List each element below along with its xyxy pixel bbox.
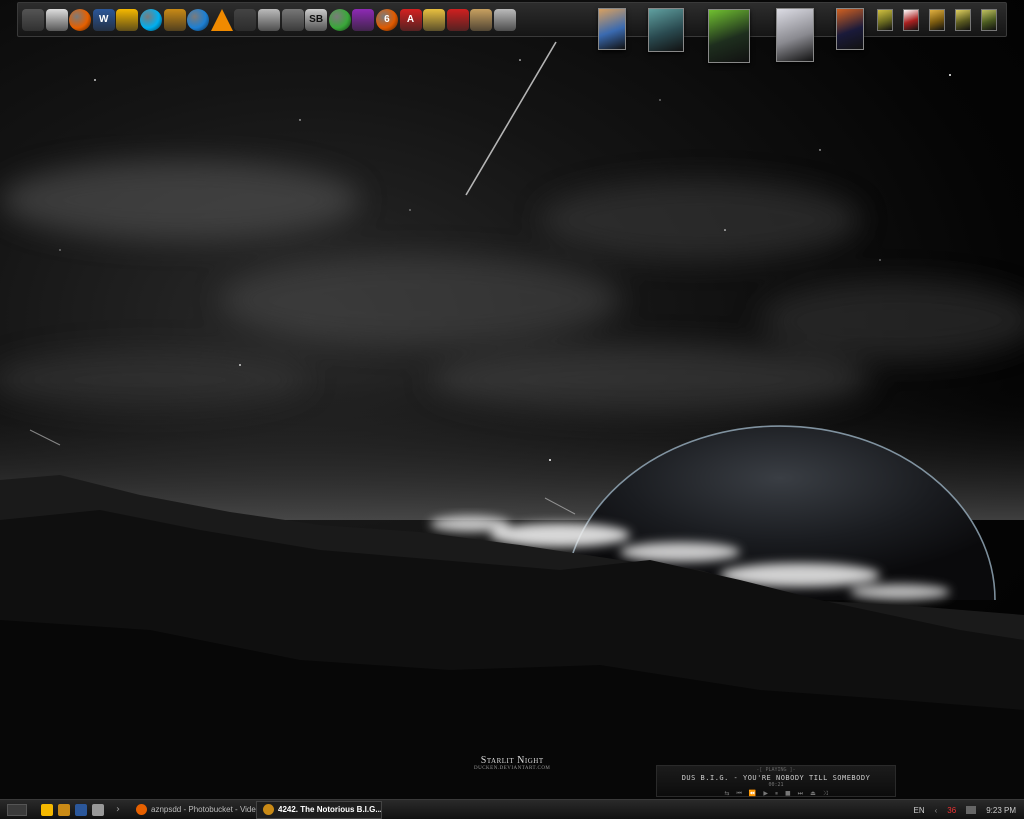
word-quick-icon[interactable] bbox=[75, 803, 87, 816]
player-time: 00:21 bbox=[768, 782, 784, 788]
trash-icon[interactable] bbox=[493, 8, 516, 31]
previous-icon[interactable]: ⏮ bbox=[736, 790, 741, 798]
wallpaper-watermark: Starlit Night DUCKEN.DEVIANTART.COM bbox=[474, 755, 550, 771]
quick-launch-chevron-icon[interactable]: › bbox=[116, 804, 120, 815]
taskbar-task-label: 4242. The Notorious B.I.G.... bbox=[278, 805, 382, 814]
rewind-icon[interactable]: ⏪ bbox=[749, 790, 756, 798]
word-icon[interactable]: W bbox=[92, 8, 115, 31]
utorrent-icon[interactable] bbox=[328, 8, 351, 31]
taskbar-task-firefox[interactable]: aznpsdd - Photobucket - Vide... bbox=[130, 801, 256, 819]
magnet-icon[interactable] bbox=[446, 8, 469, 31]
colosseum-icon[interactable] bbox=[470, 8, 493, 31]
player-status: -[ PLAYING ]- bbox=[756, 767, 796, 773]
video-editor-icon[interactable] bbox=[234, 8, 257, 31]
stop-icon[interactable]: ■ bbox=[785, 790, 791, 798]
wallpaper-scene bbox=[0, 41, 1024, 800]
taskbar-task-label: aznpsdd - Photobucket - Vide... bbox=[151, 805, 256, 814]
speed6-icon[interactable]: 6 bbox=[375, 8, 398, 31]
steam-icon[interactable] bbox=[281, 8, 304, 31]
top-dock: W SB 6 A bbox=[17, 2, 1007, 63]
game-box-command-conquer[interactable] bbox=[708, 9, 750, 63]
aim-icon[interactable] bbox=[116, 8, 139, 31]
game-box-1[interactable] bbox=[598, 8, 626, 50]
pause-icon[interactable]: ⏸ bbox=[775, 790, 778, 798]
temperature-readout[interactable]: 36 bbox=[947, 806, 956, 815]
taskbar: › aznpsdd - Photobucket - Vide... 4242. … bbox=[0, 799, 1024, 819]
shuffle-icon[interactable]: ⤨ bbox=[823, 790, 828, 798]
taskbar-task-winamp[interactable]: 4242. The Notorious B.I.G.... bbox=[256, 800, 382, 819]
watermark-title: Starlit Night bbox=[480, 755, 544, 766]
game-box-starcraft[interactable] bbox=[836, 8, 864, 50]
firefox-icon[interactable] bbox=[69, 8, 92, 31]
firefox-icon bbox=[136, 804, 147, 815]
language-indicator[interactable]: EN bbox=[914, 806, 925, 815]
popcorn-icon[interactable] bbox=[423, 8, 446, 31]
keyboard-icon[interactable] bbox=[257, 8, 280, 31]
repeat-icon[interactable]: ⇆ bbox=[724, 790, 729, 798]
clock[interactable]: 9:23 PM bbox=[986, 806, 1016, 815]
game-small-4[interactable] bbox=[955, 9, 971, 31]
quick-launch bbox=[41, 803, 104, 816]
winamp-quick-icon[interactable] bbox=[58, 803, 70, 816]
skype-icon[interactable] bbox=[139, 8, 162, 31]
player-controls: ⇆ ⏮ ⏪ ▶ ⏸ ■ ⏭ ⏏ ⤨ bbox=[657, 790, 895, 798]
game-small-2[interactable] bbox=[903, 9, 919, 31]
desktop-wallpaper bbox=[0, 0, 1024, 800]
game-small-1[interactable] bbox=[877, 9, 893, 31]
play-icon[interactable]: ▶ bbox=[763, 790, 768, 798]
game-box-2[interactable] bbox=[648, 8, 684, 52]
tray-expand-icon[interactable]: ‹ bbox=[935, 806, 938, 815]
dock-icon-list: W SB 6 A bbox=[18, 8, 517, 31]
documents-icon[interactable] bbox=[45, 8, 68, 31]
tray-network-icon[interactable] bbox=[966, 806, 977, 814]
game-small-3[interactable] bbox=[929, 9, 945, 31]
watermark-credit: DUCKEN.DEVIANTART.COM bbox=[474, 766, 551, 771]
start-button[interactable] bbox=[7, 803, 27, 816]
system-tray: EN ‹ 36 9:23 PM bbox=[914, 800, 1017, 819]
next-icon[interactable]: ⏭ bbox=[798, 790, 803, 798]
eject-icon[interactable]: ⏏ bbox=[810, 790, 816, 798]
winamp-icon[interactable] bbox=[163, 8, 186, 31]
shooting-star bbox=[465, 41, 557, 196]
game-box-warcraft[interactable] bbox=[776, 8, 814, 62]
imesh-icon[interactable] bbox=[352, 8, 375, 31]
clouds bbox=[0, 160, 1024, 415]
media-player-bar[interactable]: -[ PLAYING ]- DUS B.I.G. - YOU'RE NOBODY… bbox=[656, 765, 896, 797]
vlc-icon[interactable] bbox=[210, 8, 233, 31]
sb-icon[interactable]: SB bbox=[305, 8, 328, 31]
player-track-title: DUS B.I.G. - YOU'RE NOBODY TILL SOMEBODY bbox=[681, 774, 871, 782]
messenger-icon[interactable] bbox=[187, 8, 210, 31]
computer-icon[interactable] bbox=[22, 8, 44, 31]
acrobat-icon[interactable]: A bbox=[399, 8, 422, 31]
game-small-5[interactable] bbox=[981, 9, 997, 31]
winamp-icon bbox=[263, 804, 274, 815]
folder-quick-icon[interactable] bbox=[92, 803, 104, 816]
aim-quick-icon[interactable] bbox=[41, 803, 53, 816]
